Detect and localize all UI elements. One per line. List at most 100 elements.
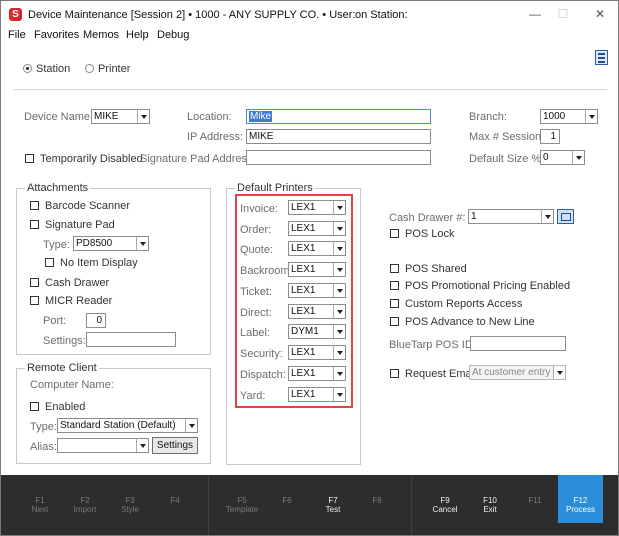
minimize-button[interactable]: — [525,5,545,23]
menu-favorites[interactable]: Favorites [34,29,79,41]
f10-exit-button[interactable]: F10 Exit [468,475,512,523]
device-name-label: Device Name: [24,111,94,123]
cash-drawer-lookup-icon[interactable] [557,209,574,224]
f6-button[interactable]: F6 [265,475,309,523]
dispatch-printer-select[interactable]: LEX1 [288,366,346,381]
hamburger-menu-icon[interactable] [595,50,608,65]
pos-shared-label: POS Shared [405,263,467,275]
computer-name-label: Computer Name: [30,379,114,391]
signature-type-select[interactable]: PD8500 [73,236,149,251]
settings-label: Settings: [43,335,86,347]
f1-next-button[interactable]: F1 Next [18,475,62,523]
signature-pad-address-label: Signature Pad Address: [140,153,256,165]
attachments-title: Attachments [25,182,91,194]
ticket-printer-select[interactable]: LEX1 [288,283,346,298]
default-printers-title: Default Printers [235,182,315,194]
location-input[interactable]: Mike [246,109,431,124]
signature-pad-address-input[interactable] [246,150,431,165]
micr-reader-checkbox[interactable] [30,296,39,305]
bluetarp-label: BlueTarp POS ID: [389,339,476,351]
request-email-checkbox[interactable] [390,369,399,378]
label-printer-select[interactable]: DYM1 [288,324,346,339]
pos-advance-label: POS Advance to New Line [405,316,535,328]
menu-memos[interactable]: Memos [83,29,119,41]
ip-address-label: IP Address: [187,131,244,143]
chevron-down-icon [585,110,597,123]
device-name-select[interactable]: MIKE [91,109,150,124]
yard-printer-select[interactable]: LEX1 [288,387,346,402]
barcode-scanner-checkbox[interactable] [30,201,39,210]
cash-drawer-number-label: Cash Drawer #: [389,212,466,224]
remote-type-label: Type: [30,421,57,433]
pos-lock-label: POS Lock [405,228,455,240]
separator [13,89,607,90]
invoice-printer-select[interactable]: LEX1 [288,200,346,215]
printer-radio-label: Printer [98,63,131,75]
chevron-down-icon [553,366,565,379]
close-button[interactable]: ✕ [590,5,610,23]
remote-enabled-checkbox[interactable] [30,402,39,411]
port-input[interactable]: 0 [86,313,106,328]
f5-template-button[interactable]: F5 Template [220,475,264,523]
menu-debug[interactable]: Debug [157,29,189,41]
no-item-display-checkbox[interactable] [45,258,54,267]
alias-label: Alias: [30,441,57,453]
default-size-label: Default Size %: [469,153,545,165]
direct-printer-select[interactable]: LEX1 [288,304,346,319]
request-email-select[interactable]: At customer entry [469,365,566,380]
f12-process-button[interactable]: F12 Process [558,475,603,523]
chevron-down-icon [185,419,197,432]
attachments-group: Attachments [16,182,211,355]
pos-shared-checkbox[interactable] [390,264,399,273]
location-label: Location: [187,111,232,123]
no-item-display-label: No Item Display [60,257,138,269]
max-sessions-input[interactable]: 1 [540,129,560,144]
chevron-down-icon [333,325,345,338]
default-size-select[interactable]: 0 [540,150,585,165]
custom-reports-checkbox[interactable] [390,299,399,308]
window-title-station: on Station: [355,9,408,21]
maximize-button[interactable]: ☐ [553,5,573,23]
f9-cancel-button[interactable]: F9 Cancel [423,475,467,523]
f8-button[interactable]: F8 [355,475,399,523]
f7-test-button[interactable]: F7 Test [311,475,355,523]
signature-pad-checkbox[interactable] [30,220,39,229]
menu-help[interactable]: Help [126,29,149,41]
printer-row-label: Invoice: [240,203,278,215]
station-radio[interactable] [23,64,32,73]
printer-radio[interactable] [85,64,94,73]
order-printer-select[interactable]: LEX1 [288,221,346,236]
printer-row-label: Direct: [240,307,272,319]
alias-select[interactable] [57,438,149,453]
cash-drawer-number-select[interactable]: 1 [468,209,554,224]
pos-promo-checkbox[interactable] [390,281,399,290]
f4-button[interactable]: F4 [153,475,197,523]
pos-advance-checkbox[interactable] [390,317,399,326]
f2-import-button[interactable]: F2 Import [63,475,107,523]
request-email-label: Request Email [405,368,477,380]
bluetarp-input[interactable] [470,336,566,351]
printer-row-label: Order: [240,224,272,236]
branch-label: Branch: [469,111,507,123]
chevron-down-icon [333,367,345,380]
backroom-printer-select[interactable]: LEX1 [288,262,346,277]
signature-pad-label: Signature Pad [45,219,115,231]
ip-address-input[interactable]: MIKE [246,129,431,144]
f3-style-button[interactable]: F3 Style [108,475,152,523]
quote-printer-select[interactable]: LEX1 [288,241,346,256]
security-printer-select[interactable]: LEX1 [288,345,346,360]
settings-input[interactable] [86,332,176,347]
window-title: Device Maintenance [Session 2] • 1000 - … [28,9,356,21]
chevron-down-icon [136,237,148,250]
chevron-down-icon [541,210,553,223]
cash-drawer-checkbox[interactable] [30,278,39,287]
f11-button[interactable]: F11 [513,475,557,523]
temporarily-disabled-label: Temporarily Disabled [40,153,143,165]
max-sessions-label: Max # Sessions: [469,131,550,143]
remote-settings-button[interactable]: Settings [152,437,198,454]
remote-type-select[interactable]: Standard Station (Default) [57,418,198,433]
pos-lock-checkbox[interactable] [390,229,399,238]
menu-file[interactable]: File [8,29,26,41]
temporarily-disabled-checkbox[interactable] [25,154,34,163]
branch-select[interactable]: 1000 [540,109,598,124]
